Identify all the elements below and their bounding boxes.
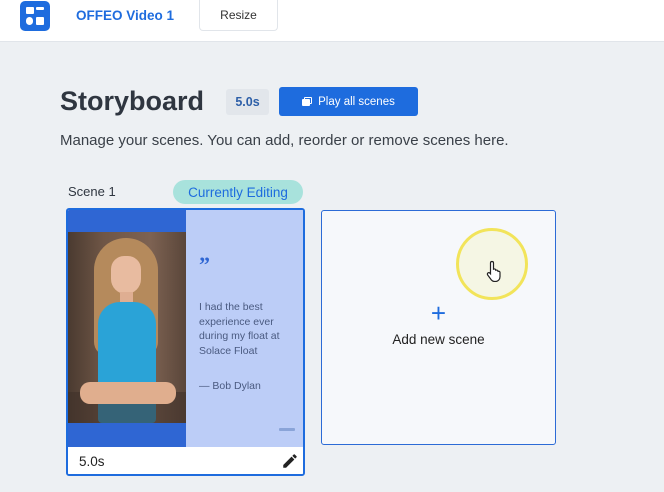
project-title[interactable]: OFFEO Video 1 <box>76 8 174 23</box>
quote-mark-icon: ” <box>199 252 210 277</box>
testimonial-quote: I had the best experience ever during my… <box>199 301 280 357</box>
thumbnail-top-strip <box>68 210 186 232</box>
thumbnail-bottom-strip <box>68 423 186 447</box>
scene-card[interactable]: ” I had the best experience ever during … <box>66 208 305 476</box>
scene-label: Scene 1 <box>68 184 116 199</box>
plus-icon: + <box>430 298 447 328</box>
currently-editing-badge: Currently Editing <box>173 180 303 204</box>
scene-thumbnail[interactable]: ” I had the best experience ever during … <box>68 210 303 447</box>
resize-button[interactable]: Resize <box>199 0 278 31</box>
play-all-label: Play all scenes <box>318 95 395 108</box>
offeo-logo-icon[interactable] <box>20 1 50 31</box>
page-description: Manage your scenes. You can add, reorder… <box>60 132 509 149</box>
play-all-scenes-button[interactable]: Play all scenes <box>279 87 418 116</box>
testimonial-author: — Bob Dylan <box>199 380 261 392</box>
pencil-icon[interactable] <box>281 452 299 470</box>
hand-pointer-icon <box>486 260 501 282</box>
watermark-logo <box>279 428 295 431</box>
top-bar: OFFEO Video 1 Resize <box>0 0 664 42</box>
add-new-scene-label: Add new scene <box>392 332 485 347</box>
total-duration-badge: 5.0s <box>226 89 269 115</box>
scene-footer: 5.0s <box>68 447 303 474</box>
page-title: Storyboard <box>60 86 205 116</box>
play-all-icon <box>302 97 313 106</box>
testimonial-photo <box>68 232 186 423</box>
scene-duration: 5.0s <box>79 454 105 469</box>
